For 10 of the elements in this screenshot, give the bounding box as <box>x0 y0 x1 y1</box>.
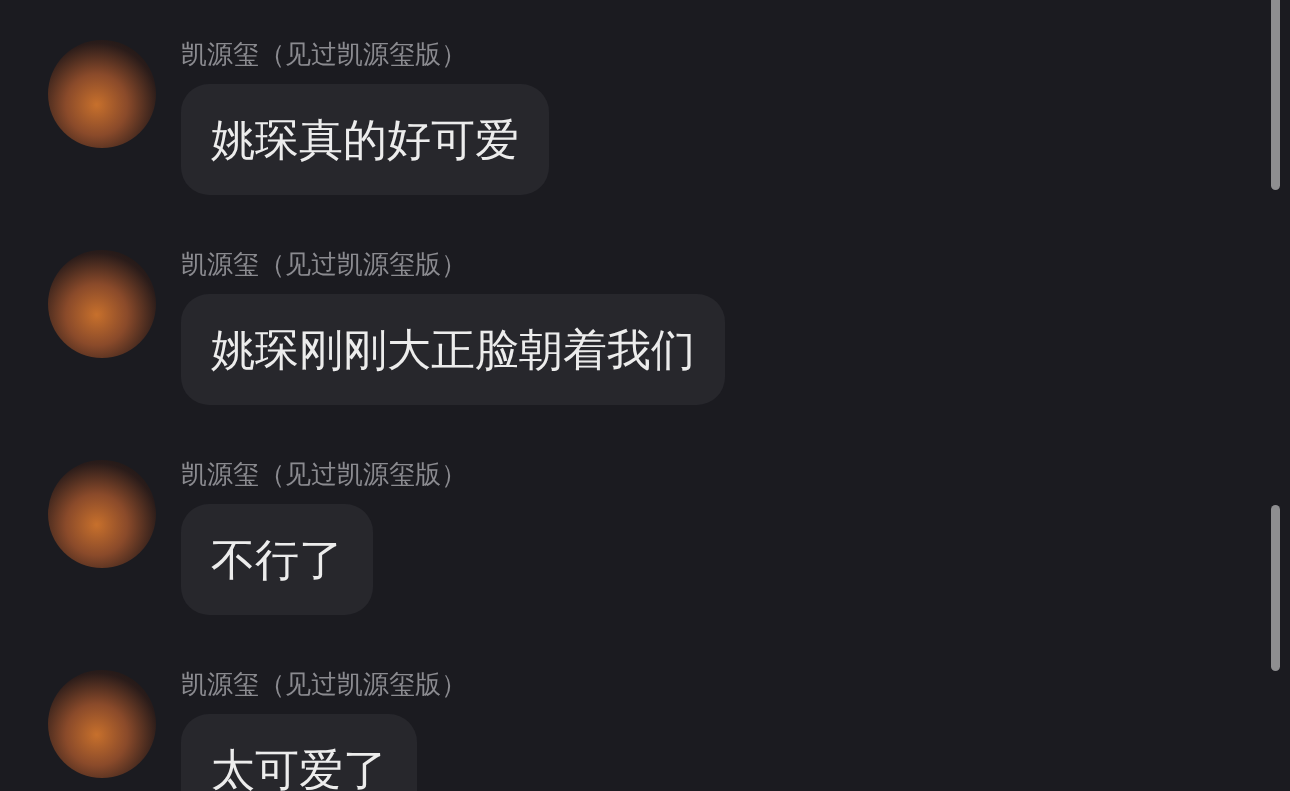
message-bubble: 姚琛真的好可爱 <box>181 84 549 195</box>
message-bubble: 姚琛刚刚大正脸朝着我们 <box>181 294 725 405</box>
sender-name: 凯源玺（见过凯源玺版） <box>181 458 467 490</box>
scrollbar-thumb[interactable] <box>1271 505 1280 671</box>
sender-name: 凯源玺（见过凯源玺版） <box>181 668 467 700</box>
scrollbar-thumb[interactable] <box>1271 0 1280 190</box>
message-bubble: 不行了 <box>181 504 373 615</box>
message-bubble: 太可爱了 <box>181 714 417 791</box>
sender-name: 凯源玺（见过凯源玺版） <box>181 248 467 280</box>
sender-name: 凯源玺（见过凯源玺版） <box>181 38 467 70</box>
